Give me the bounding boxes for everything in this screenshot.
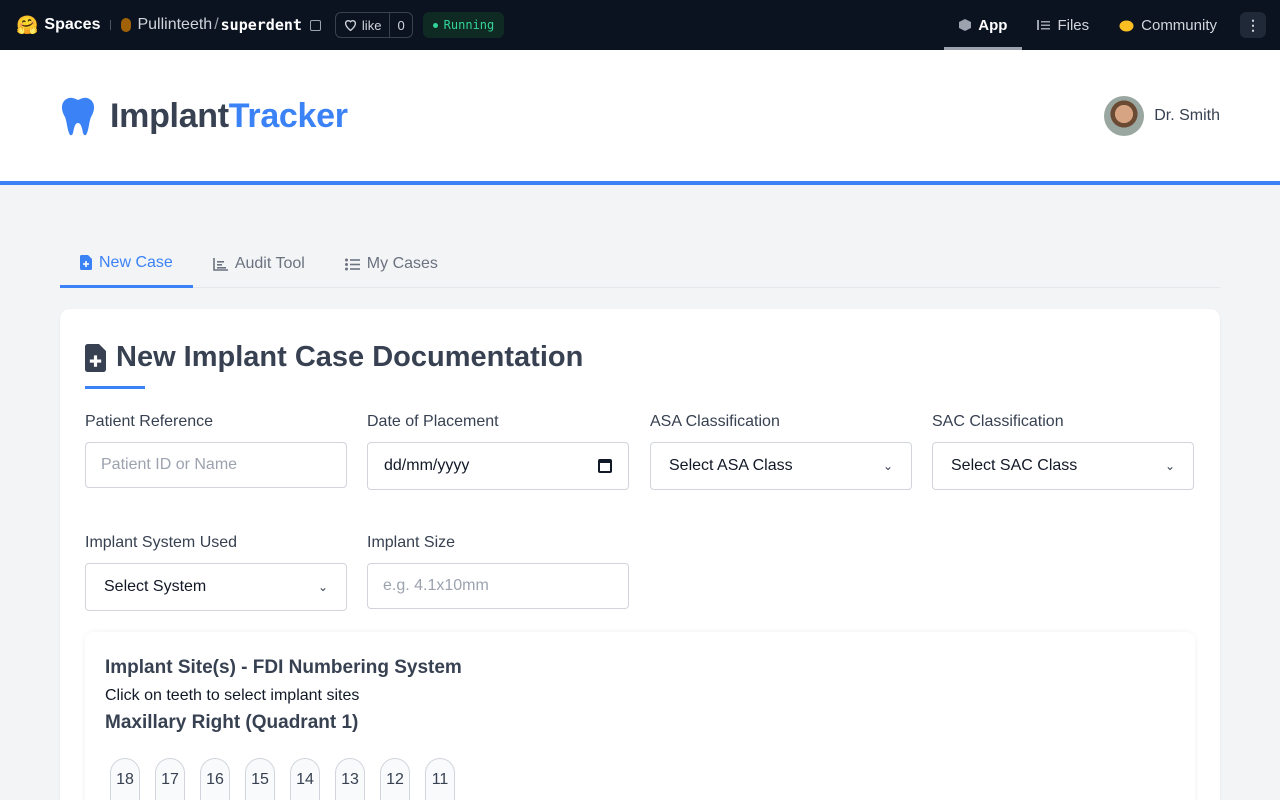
brand-accent: Tracker xyxy=(228,96,348,135)
spaces-link[interactable]: Spaces xyxy=(44,16,100,34)
tooth-button[interactable]: 15 xyxy=(245,758,275,800)
implant-size-label: Implant Size xyxy=(367,534,456,551)
implant-site-panel: Implant Site(s) - FDI Numbering System C… xyxy=(85,632,1195,800)
like-label: like xyxy=(361,17,382,33)
tooth-button[interactable]: 17 xyxy=(155,758,185,800)
status-text: Running xyxy=(443,18,495,32)
implant-size-input[interactable] xyxy=(367,563,629,609)
like-button[interactable]: like xyxy=(336,13,391,37)
community-icon xyxy=(1119,20,1134,31)
chevron-down-icon: ⌄ xyxy=(317,580,328,594)
implant-system-select-value: Select System xyxy=(104,578,207,595)
tab-my-cases[interactable]: My Cases xyxy=(325,240,458,288)
implant-system-select[interactable]: Select System ⌄ xyxy=(85,563,347,611)
hf-topbar: 🤗 Spaces Pullinteeth / superdent like 0 … xyxy=(0,0,1280,50)
tab-files[interactable]: Files xyxy=(1022,0,1104,50)
tab-community-label: Community xyxy=(1141,16,1217,34)
tooth-button[interactable]: 11 xyxy=(425,758,455,800)
tab-new-case[interactable]: New Case xyxy=(60,240,193,288)
tab-my-cases-label: My Cases xyxy=(366,255,438,272)
tab-audit-tool-label: Audit Tool xyxy=(234,255,305,272)
chart-icon xyxy=(213,257,228,271)
implant-size-field: Implant Size xyxy=(367,534,629,609)
page-title-text: New Implant Case Documentation xyxy=(116,341,584,373)
owner-avatar-icon xyxy=(121,18,132,32)
main-tabs: New Case Audit Tool My Cases xyxy=(60,240,1220,288)
new-case-card: New Implant Case Documentation Patient R… xyxy=(60,309,1220,800)
tab-files-label: Files xyxy=(1057,16,1090,34)
implant-system-field: Implant System Used Select System ⌄ xyxy=(85,534,347,611)
tab-audit-tool[interactable]: Audit Tool xyxy=(193,240,325,288)
tab-app-label: App xyxy=(978,16,1008,34)
tooth-button[interactable]: 13 xyxy=(335,758,365,800)
asa-class-select[interactable]: Select ASA Class ⌄ xyxy=(650,442,912,490)
date-of-placement-field: Date of Placement dd/mm/yyyy xyxy=(367,413,629,490)
tab-community[interactable]: Community xyxy=(1104,0,1232,50)
user-menu[interactable]: Dr. Smith xyxy=(1104,96,1220,136)
app-header: ImplantTracker Dr. Smith xyxy=(0,50,1280,185)
patient-reference-input[interactable] xyxy=(85,442,347,488)
chevron-down-icon: ⌄ xyxy=(1164,459,1175,473)
asa-class-select-value: Select ASA Class xyxy=(669,457,793,474)
status-dot-icon xyxy=(432,22,438,28)
more-menu-icon[interactable]: ⋮ xyxy=(1240,12,1266,38)
patient-reference-label: Patient Reference xyxy=(85,413,214,430)
sac-class-select-value: Select SAC Class xyxy=(951,457,1078,474)
list-icon xyxy=(344,258,360,270)
tooth-icon xyxy=(61,97,95,136)
path-separator: / xyxy=(214,16,219,33)
sac-classification-label: SAC Classification xyxy=(932,413,1064,430)
avatar xyxy=(1104,96,1145,136)
date-input[interactable]: dd/mm/yyyy xyxy=(367,442,629,490)
owner-link[interactable]: Pullinteeth xyxy=(137,16,212,34)
heart-icon xyxy=(344,20,356,31)
patient-reference-field: Patient Reference xyxy=(85,413,347,488)
divider xyxy=(110,20,112,30)
chevron-down-icon: ⌄ xyxy=(882,459,893,473)
tab-app[interactable]: App xyxy=(944,0,1023,50)
tooth-button[interactable]: 14 xyxy=(290,758,320,800)
brand-name: ImplantTracker xyxy=(110,97,348,136)
implant-site-title: Implant Site(s) - FDI Numbering System xyxy=(105,657,462,678)
implant-site-hint: Click on teeth to select implant sites xyxy=(105,687,360,704)
like-count: 0 xyxy=(397,17,405,33)
copy-icon[interactable] xyxy=(309,19,321,31)
asa-classification-label: ASA Classification xyxy=(650,413,780,430)
title-underline xyxy=(85,386,145,389)
tooth-selector: 18 17 16 15 14 13 12 11 xyxy=(110,758,455,800)
like-widget: like 0 xyxy=(334,12,413,38)
user-name: Dr. Smith xyxy=(1154,107,1220,124)
tooth-button[interactable]: 12 xyxy=(380,758,410,800)
implant-system-label: Implant System Used xyxy=(85,534,238,551)
hugging-face-logo-icon[interactable]: 🤗 xyxy=(16,15,38,36)
file-plus-icon xyxy=(85,343,106,372)
calendar-icon[interactable] xyxy=(598,459,612,473)
date-input-value: dd/mm/yyyy xyxy=(384,457,470,474)
tooth-button[interactable]: 16 xyxy=(200,758,230,800)
file-plus-icon xyxy=(80,255,92,270)
asa-classification-field: ASA Classification Select ASA Class ⌄ xyxy=(650,413,912,490)
cube-icon xyxy=(959,19,972,31)
status-badge: Running xyxy=(422,12,505,38)
brand-main: Implant xyxy=(110,96,229,135)
brand[interactable]: ImplantTracker xyxy=(60,96,348,136)
space-nav: App Files Community ⋮ xyxy=(944,0,1266,50)
date-of-placement-label: Date of Placement xyxy=(367,413,499,430)
repo-link[interactable]: superdent xyxy=(221,16,302,34)
sac-class-select[interactable]: Select SAC Class ⌄ xyxy=(932,442,1194,490)
tooth-button[interactable]: 18 xyxy=(110,758,140,800)
page-title: New Implant Case Documentation xyxy=(85,341,583,374)
sac-classification-field: SAC Classification Select SAC Class ⌄ xyxy=(932,413,1194,490)
files-icon xyxy=(1037,20,1051,30)
quadrant-title: Maxillary Right (Quadrant 1) xyxy=(105,712,359,733)
tab-new-case-label: New Case xyxy=(99,253,173,271)
